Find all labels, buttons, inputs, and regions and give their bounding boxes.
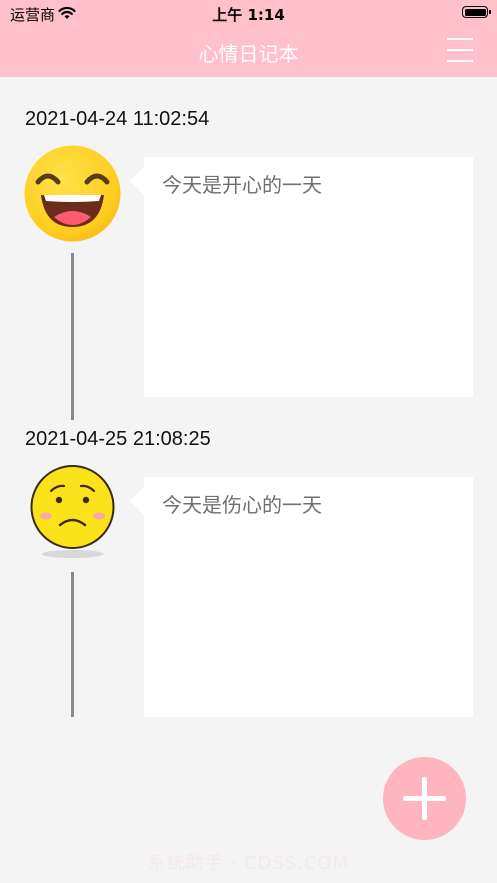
diary-card[interactable]: 今天是伤心的一天 [130,477,473,717]
timeline-connector [71,572,74,717]
hamburger-menu-icon-line [447,60,473,62]
entry-timestamp: 2021-04-25 21:08:25 [25,428,211,450]
sad-face-icon[interactable] [24,465,121,562]
diary-text: 今天是伤心的一天 [162,493,322,517]
happy-face-icon[interactable] [24,145,121,242]
status-time: 上午 1:14 [212,6,285,24]
battery-icon [462,6,491,18]
diary-card[interactable]: 今天是开心的一天 [130,157,473,397]
page-title: 心情日记本 [198,42,299,66]
hamburger-menu-icon-line [447,49,473,51]
menu-button[interactable] [447,38,473,62]
entry-timestamp: 2021-04-24 11:02:54 [25,108,210,130]
watermark: 系统助手 · CDSS.COM [147,853,350,874]
header-bar: 运营商 上午 1:14 心情日记本 [0,0,497,77]
nav-divider [0,76,497,77]
timeline-connector [71,253,74,420]
add-entry-button[interactable] [383,757,466,840]
hamburger-menu-icon [447,38,473,40]
diary-text: 今天是开心的一天 [162,173,322,197]
